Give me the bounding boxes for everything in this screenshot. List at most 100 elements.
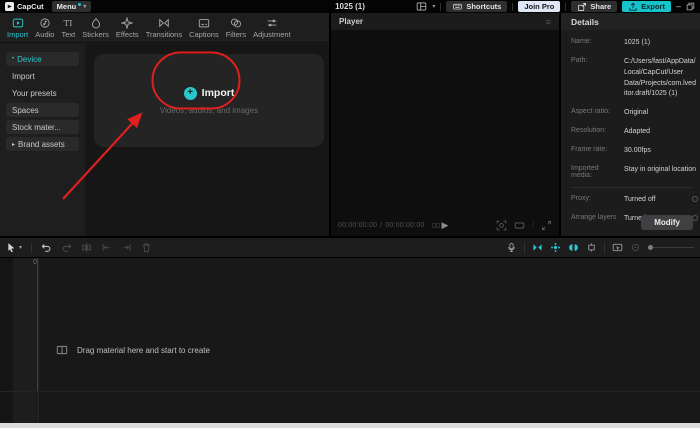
restore-button[interactable] bbox=[686, 2, 695, 11]
player-title: Player bbox=[339, 17, 363, 26]
tab-stickers[interactable]: Stickers bbox=[82, 17, 109, 39]
tab-audio[interactable]: Audio bbox=[35, 17, 54, 39]
aspect-ratio-icon[interactable] bbox=[514, 220, 525, 231]
sidebar-item-label: Your presets bbox=[12, 89, 57, 98]
track-controls-column bbox=[13, 258, 38, 423]
export-button[interactable]: Export bbox=[622, 1, 671, 12]
detail-label: Proxy: bbox=[571, 195, 619, 206]
shortcuts-button[interactable]: Shortcuts bbox=[446, 1, 507, 12]
media-content: + Import Videos, audios, and images bbox=[85, 44, 329, 236]
sidebar-item-brand-assets[interactable]: ▸ Brand assets bbox=[6, 137, 79, 151]
adjustment-icon bbox=[266, 17, 278, 29]
sidebar-item-label: Import bbox=[12, 72, 35, 81]
zoom-slider-knob[interactable] bbox=[648, 245, 653, 250]
panel-menu-icon[interactable]: ≡ bbox=[546, 17, 551, 27]
modify-button[interactable]: Modify bbox=[641, 215, 693, 230]
linked-snap-icon[interactable] bbox=[568, 242, 579, 253]
link-clips-icon[interactable] bbox=[586, 242, 597, 253]
fit-zoom-icon[interactable] bbox=[496, 220, 507, 231]
tab-text[interactable]: TI Text bbox=[61, 17, 75, 39]
sidebar-item-spaces[interactable]: Spaces bbox=[6, 103, 79, 117]
tab-import[interactable]: Import bbox=[7, 17, 28, 39]
play-button[interactable]: ▶ bbox=[442, 220, 449, 231]
filters-icon bbox=[230, 17, 242, 29]
fullscreen-icon[interactable] bbox=[541, 220, 552, 231]
tab-label: Captions bbox=[189, 30, 219, 39]
tab-label: Transitions bbox=[146, 30, 182, 39]
export-icon bbox=[628, 2, 638, 12]
keyboard-icon bbox=[452, 2, 463, 11]
tab-filters[interactable]: Filters bbox=[226, 17, 246, 39]
split-icon[interactable] bbox=[81, 242, 92, 253]
sidebar-item-device[interactable]: • Device bbox=[6, 52, 79, 66]
tab-label: Filters bbox=[226, 30, 246, 39]
sidebar-item-label: Spaces bbox=[12, 106, 39, 115]
timecode-current: 00:00:00:00 bbox=[338, 222, 377, 229]
timecode: 00:00:00:00 / 00:00:00:00 bbox=[338, 222, 425, 229]
capcut-logo-icon bbox=[5, 2, 14, 11]
timecode-total: 00:00:00:00 bbox=[385, 222, 424, 229]
detail-row-resolution: Resolution: Adapted bbox=[571, 127, 696, 138]
details-title: Details bbox=[561, 13, 700, 30]
playhead[interactable] bbox=[37, 258, 38, 391]
track-header-column bbox=[0, 258, 13, 423]
audio-icon bbox=[39, 17, 51, 29]
proxy-setting-icon[interactable] bbox=[692, 196, 698, 202]
detail-row-imported-media: Imported media: Stay in original locatio… bbox=[571, 165, 696, 179]
auto-snap-icon[interactable] bbox=[550, 242, 561, 253]
sidebar-item-import[interactable]: Import bbox=[6, 69, 79, 83]
pointer-icon bbox=[6, 242, 17, 253]
tab-label: Stickers bbox=[82, 30, 109, 39]
capcut-logo: CapCut bbox=[5, 2, 44, 11]
divider bbox=[31, 243, 32, 253]
tab-label: Import bbox=[7, 30, 28, 39]
detail-row-path: Path: C:/Users/fast/AppData/Local/CapCut… bbox=[571, 57, 696, 100]
delete-icon[interactable] bbox=[141, 242, 152, 253]
frame-step-icon[interactable] bbox=[431, 221, 441, 230]
detail-value: Adapted bbox=[624, 127, 696, 138]
share-icon bbox=[577, 2, 587, 12]
tab-effects[interactable]: Effects bbox=[116, 17, 139, 39]
chevron-down-icon: ▾ bbox=[19, 245, 22, 251]
svg-text:TI: TI bbox=[64, 19, 73, 29]
sidebar-item-stock-materials[interactable]: Stock mater... bbox=[6, 120, 79, 134]
undo-icon[interactable] bbox=[41, 242, 52, 253]
detail-value: 30.00fps bbox=[624, 146, 696, 157]
import-dropzone[interactable]: + Import Videos, audios, and images bbox=[94, 54, 324, 147]
redo-icon[interactable] bbox=[61, 242, 72, 253]
detail-row-proxy: Proxy: Turned off bbox=[571, 195, 696, 206]
select-tool-button[interactable]: ▾ bbox=[6, 242, 22, 253]
tab-transitions[interactable]: Transitions bbox=[146, 17, 182, 39]
timecode-separator: / bbox=[380, 222, 382, 229]
restore-icon bbox=[686, 2, 695, 11]
minimize-button[interactable]: – bbox=[676, 2, 681, 11]
delete-right-icon[interactable] bbox=[121, 242, 132, 253]
delete-left-icon[interactable] bbox=[101, 242, 112, 253]
detail-label: Resolution: bbox=[571, 127, 619, 138]
timeline[interactable]: 0 Drag material here and start to create bbox=[0, 258, 700, 423]
menu-button[interactable]: Menu ▾ bbox=[52, 1, 92, 12]
captions-icon bbox=[198, 17, 210, 29]
divider bbox=[571, 187, 692, 188]
effects-icon bbox=[121, 17, 133, 29]
media-panel: Import Audio TI Text Stick bbox=[0, 13, 329, 236]
detail-value: Turned off bbox=[624, 195, 696, 206]
drag-hint-text: Drag material here and start to create bbox=[77, 346, 210, 355]
join-pro-button[interactable]: Join Pro bbox=[518, 1, 560, 12]
capcut-app: CapCut Menu ▾ 1025 (1) ▾ bbox=[0, 0, 700, 428]
sidebar-item-your-presets[interactable]: Your presets bbox=[6, 86, 79, 100]
tab-adjustment[interactable]: Adjustment bbox=[253, 17, 291, 39]
timeline-zoom-slider[interactable] bbox=[648, 247, 694, 248]
chevron-down-icon: ▾ bbox=[83, 4, 86, 10]
empty-track-hint: Drag material here and start to create bbox=[56, 344, 210, 356]
preview-axis-icon[interactable] bbox=[612, 242, 623, 253]
media-sidebar: • Device Import Your presets Spaces Stoc… bbox=[0, 44, 85, 236]
bullet-icon: • bbox=[12, 56, 14, 62]
record-voiceover-icon[interactable] bbox=[506, 242, 517, 253]
import-card-subtitle: Videos, audios, and images bbox=[160, 106, 258, 115]
zoom-out-icon[interactable] bbox=[630, 242, 641, 253]
main-track-magnet-icon[interactable] bbox=[532, 242, 543, 253]
sidebar-item-label: Stock mater... bbox=[12, 123, 61, 132]
share-button[interactable]: Share bbox=[571, 1, 617, 12]
tab-captions[interactable]: Captions bbox=[189, 17, 219, 39]
